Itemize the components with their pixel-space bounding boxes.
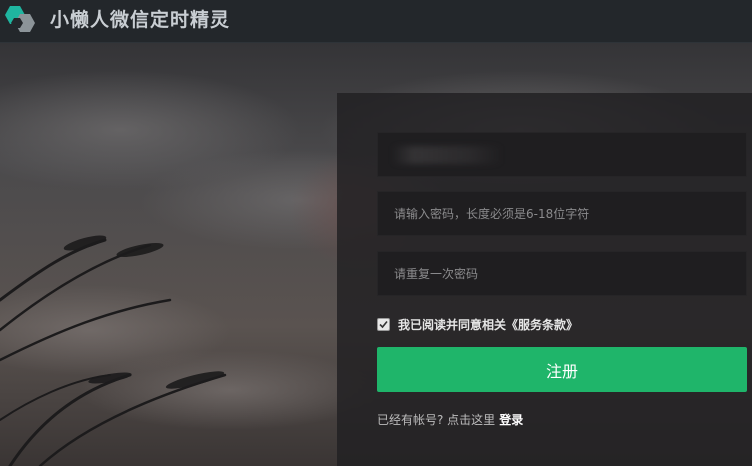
login-prompt-text: 已经有帐号? 点击这里 [377, 413, 496, 427]
password-field[interactable] [377, 191, 747, 236]
agree-terms-row[interactable]: 我已阅读并同意相关《服务条款》 [377, 315, 578, 333]
login-prompt-row: 已经有帐号? 点击这里 登录 [377, 411, 523, 428]
check-icon [379, 320, 388, 328]
app-header: 小懒人微信定时精灵 [0, 0, 752, 43]
agree-checkbox[interactable] [377, 317, 390, 331]
page: 小懒人微信定时精灵 我已阅读并同意相关《服务条款》 注册 已经有帐号? 点击这里… [0, 0, 752, 466]
hexagon-logo-icon [5, 6, 35, 32]
app-title: 小懒人微信定时精灵 [50, 9, 231, 31]
register-button[interactable]: 注册 [377, 347, 747, 392]
confirm-password-field[interactable] [377, 251, 747, 296]
register-panel: 我已阅读并同意相关《服务条款》 注册 已经有帐号? 点击这里 登录 [337, 93, 752, 466]
phone-field[interactable] [377, 132, 747, 177]
password-input[interactable] [378, 192, 746, 235]
login-link[interactable]: 登录 [499, 413, 523, 427]
confirm-password-input[interactable] [378, 252, 746, 295]
agree-terms-label[interactable]: 我已阅读并同意相关《服务条款》 [398, 316, 578, 333]
blurred-phone-value [392, 146, 502, 164]
